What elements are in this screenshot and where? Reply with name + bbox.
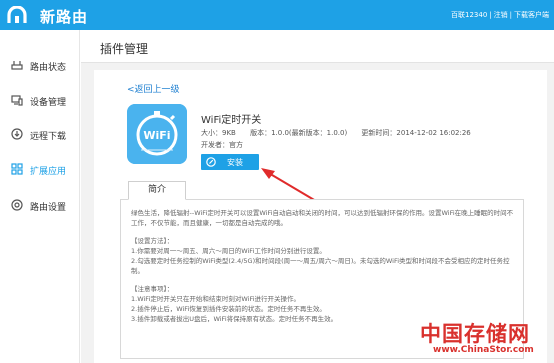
sidebar-item-label: 路由状态 xyxy=(30,63,67,73)
install-button[interactable]: 安装 xyxy=(201,154,259,170)
install-button-label: 安装 xyxy=(227,158,243,167)
sidebar-item-extension-apps[interactable]: 扩展应用 xyxy=(0,158,80,182)
description-heading: 【注意事项】： xyxy=(131,285,174,293)
watermark-chinese: 中国存储网 xyxy=(420,322,530,346)
brand-name: 新路由 xyxy=(40,8,89,26)
sidebar-item-device-manage[interactable]: 设备管理 xyxy=(0,89,80,113)
watermark-url: www.ChinaStor.com xyxy=(433,345,534,355)
description-line: 1.你需要对周一～周五、周六～周日的WiFi工作时间分别进行设置。 xyxy=(131,247,326,255)
wifi-timer-app-icon: WiFi xyxy=(127,104,187,164)
remote-download-icon xyxy=(11,128,23,140)
page-title: 插件管理 xyxy=(100,42,149,56)
sidebar-item-remote-download[interactable]: 远程下载 xyxy=(0,123,80,147)
download-client-link[interactable]: 下载客户端 xyxy=(514,11,549,19)
main-content: 插件管理 <返回上一级 WiFi WiFi定时开关 大小：9KB 版本：1.0.… xyxy=(81,30,554,363)
description-heading: 【设置方法】： xyxy=(131,237,174,245)
plugin-developer: 开发者：官方 xyxy=(201,141,243,149)
sidebar-item-router-settings[interactable]: 路由设置 xyxy=(0,194,80,218)
plugin-updated: 更新时间：2014-12-02 16:02:26 xyxy=(361,129,471,137)
page-title-bar: 插件管理 xyxy=(81,30,554,63)
top-bar-links: 百联12340 | 注销 | 下载客户端 xyxy=(451,11,549,19)
logout-link[interactable]: 注销 xyxy=(494,11,508,19)
plugin-meta: 大小：9KB 版本：1.0.0(最新版本：1.0.0) 更新时间：2014-12… xyxy=(201,128,483,138)
sidebar-item-label: 设备管理 xyxy=(30,98,67,108)
back-link[interactable]: <返回上一级 xyxy=(127,82,180,95)
account-name[interactable]: 百联12340 xyxy=(451,11,487,19)
sidebar-item-label: 路由设置 xyxy=(30,203,67,213)
description-line: 2.勾选要定时任务控制的WiFi类型(2.4/5G)和时间段(周一～周五/周六～… xyxy=(131,257,510,275)
sidebar-item-label: 扩展应用 xyxy=(30,167,67,177)
sidebar-item-router-status[interactable]: 路由状态 xyxy=(0,54,80,78)
sidebar-item-label: 远程下载 xyxy=(30,132,67,142)
top-bar: 新路由 百联12340 | 注销 | 下载客户端 xyxy=(0,0,554,30)
plugin-version: 版本：1.0.0(最新版本：1.0.0) xyxy=(250,129,348,137)
description-text: 绿色生活，降低辐射--WiFi定时开关可以设置WiFi自动启动和关闭的时间，可以… xyxy=(131,208,519,324)
router-logo-icon xyxy=(7,6,27,23)
description-line: 1.WiFi定时开关只在开始和结束时刻对WiFi进行开关操作。 xyxy=(131,295,301,303)
app-icon-text: WiFi xyxy=(143,129,170,142)
extension-apps-icon xyxy=(11,163,23,175)
device-manage-icon xyxy=(11,95,23,106)
description-paragraph: 绿色生活，降低辐射--WiFi定时开关可以设置WiFi自动启动和关闭的时间，可以… xyxy=(131,209,514,227)
plugin-name: WiFi定时开关 xyxy=(201,115,262,126)
tab-intro[interactable]: 简介 xyxy=(128,181,186,200)
install-icon xyxy=(206,157,216,167)
router-status-icon xyxy=(11,61,23,70)
plugin-size: 大小：9KB xyxy=(201,129,236,137)
sidebar: 路由状态 设备管理 远程下载 扩展应用 路由设置 xyxy=(0,30,80,363)
router-settings-icon xyxy=(11,199,23,211)
description-line: 2.插件停止后，WiFi恢复到插件安装前的状态。定时任务不再生效。 xyxy=(131,305,326,313)
